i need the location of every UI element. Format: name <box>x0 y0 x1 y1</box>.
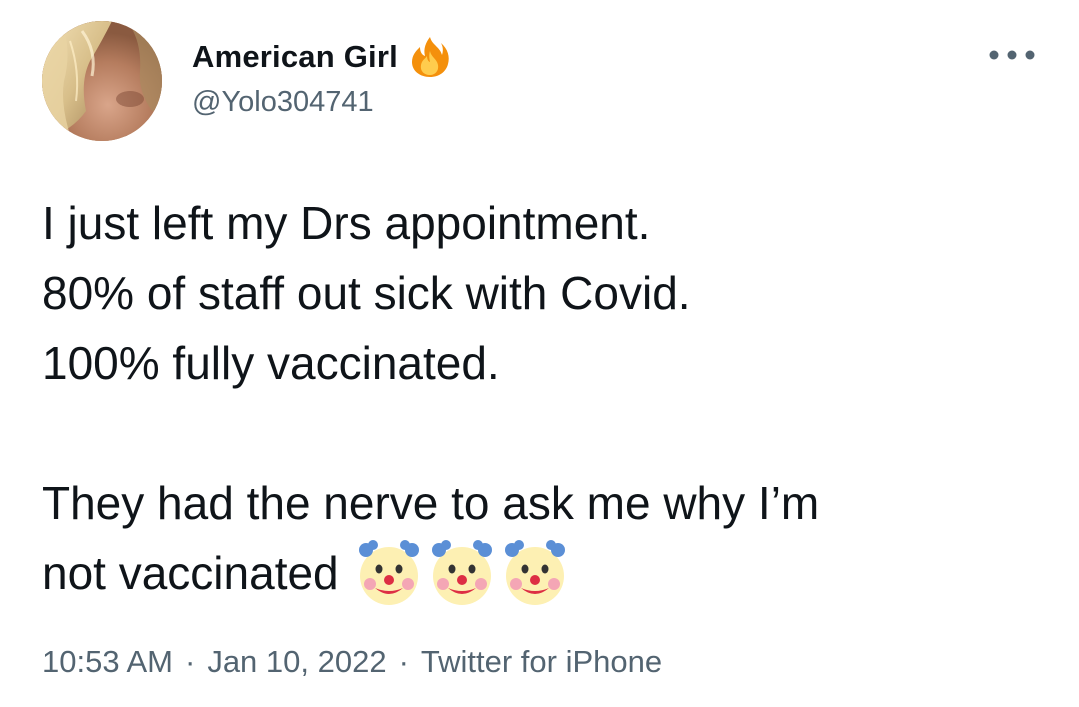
separator: · <box>184 644 196 679</box>
paragraph-break <box>42 398 1042 468</box>
tweet-line: They had the nerve to ask me why I’m <box>42 477 820 529</box>
emoji-row <box>353 533 572 608</box>
clown-face-icon <box>426 536 498 608</box>
tweet-line: 80% of staff out sick with Covid. <box>42 267 691 319</box>
more-button[interactable] <box>984 38 1040 72</box>
display-name[interactable]: American Girl <box>192 39 398 75</box>
tweet-line-with-emoji: not vaccinated <box>42 538 1042 608</box>
tweet-line: not vaccinated <box>42 547 339 599</box>
separator: · <box>398 644 409 679</box>
tweet-text: I just left my Drs appointment. 80% of s… <box>42 188 1042 608</box>
author-name-row: American Girl <box>192 34 452 80</box>
author-handle[interactable]: @Yolo304741 <box>192 86 374 119</box>
tweet-date[interactable]: Jan 10, 2022 <box>207 644 386 680</box>
tweet-time[interactable]: 10:53 AM <box>42 644 173 680</box>
more-horizontal-icon <box>989 50 1035 60</box>
tweet-line: 100% fully vaccinated. <box>42 337 500 389</box>
clown-face-icon <box>499 536 571 608</box>
avatar-photo-icon <box>42 21 162 141</box>
clown-face-icon <box>353 536 425 608</box>
tweet-card: American Girl @Yolo304741 I just left my… <box>0 0 1079 707</box>
avatar[interactable] <box>42 21 162 141</box>
tweet-metadata: 10:53 AM · Jan 10, 2022 · Twitter for iP… <box>42 644 662 680</box>
tweet-line: I just left my Drs appointment. <box>42 197 651 249</box>
fire-icon <box>408 35 452 79</box>
tweet-source[interactable]: Twitter for iPhone <box>421 644 662 680</box>
